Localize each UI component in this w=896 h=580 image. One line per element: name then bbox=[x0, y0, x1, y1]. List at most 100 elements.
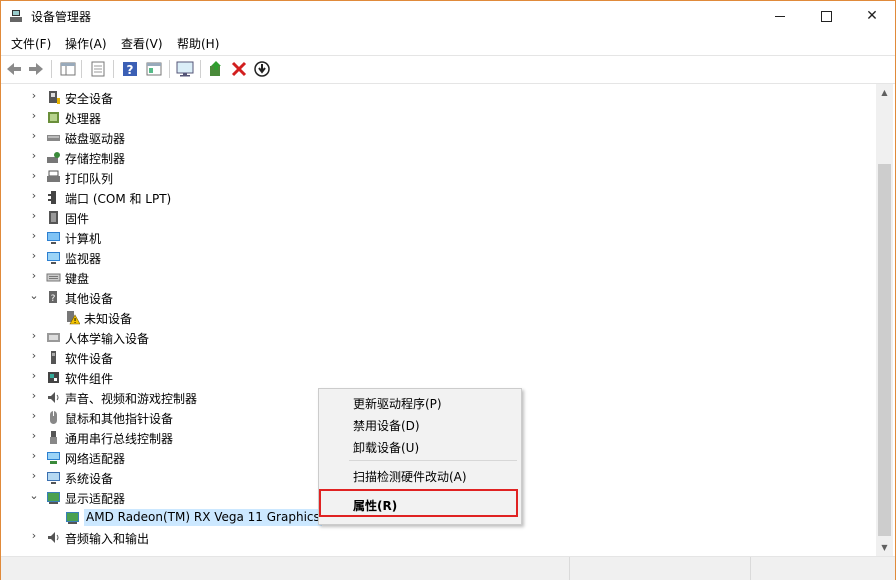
title-bar: 设备管理器 ✕ bbox=[1, 1, 895, 31]
tree-item-label: 通用串行总线控制器 bbox=[65, 432, 174, 446]
tree-item-label: 人体学输入设备 bbox=[65, 332, 150, 346]
tree-category-item[interactable]: › 端口 (COM 和 LPT) bbox=[2, 187, 872, 207]
storage-controller-icon bbox=[47, 152, 60, 163]
chevron-right-icon[interactable]: › bbox=[28, 450, 40, 462]
menu-action[interactable]: 操作(A) bbox=[65, 35, 107, 52]
mouse-icon bbox=[50, 411, 57, 424]
help-icon[interactable]: ? bbox=[121, 60, 139, 78]
chevron-right-icon[interactable]: › bbox=[28, 390, 40, 402]
menu-view[interactable]: 查看(V) bbox=[121, 35, 163, 52]
printer-icon bbox=[47, 170, 60, 182]
tree-category-item[interactable]: › 磁盘驱动器 bbox=[2, 127, 872, 147]
chevron-right-icon[interactable]: › bbox=[28, 330, 40, 342]
tree-child-item[interactable]: 未知设备 bbox=[2, 307, 872, 327]
software-device-icon bbox=[51, 351, 56, 364]
status-bar-cell bbox=[1, 557, 570, 580]
toolbar-separator bbox=[51, 60, 52, 78]
tree-item-label: AMD Radeon(TM) RX Vega 11 Graphics bbox=[84, 509, 322, 526]
context-menu-item-label: 禁用设备(D) bbox=[353, 419, 420, 433]
menu-file[interactable]: 文件(F) bbox=[11, 35, 51, 52]
tree-category-item[interactable]: › 软件设备 bbox=[2, 347, 872, 367]
vertical-scrollbar[interactable]: ▲ ▼ bbox=[876, 84, 893, 556]
tree-category-item[interactable]: ⌄? 其他设备 bbox=[2, 287, 872, 307]
tree-category-item[interactable]: › 安全设备 bbox=[2, 87, 872, 107]
scroll-up-arrow-icon[interactable]: ▲ bbox=[876, 84, 893, 101]
tree-item-label: 打印队列 bbox=[65, 172, 114, 186]
chevron-right-icon[interactable]: › bbox=[28, 230, 40, 242]
tree-category-item[interactable]: › 打印队列 bbox=[2, 167, 872, 187]
tree-item-label: 磁盘驱动器 bbox=[65, 132, 126, 146]
computer-icon bbox=[47, 232, 60, 244]
firmware-icon bbox=[49, 211, 58, 224]
chevron-right-icon[interactable]: › bbox=[28, 130, 40, 142]
back-arrow-icon[interactable] bbox=[5, 60, 23, 78]
chevron-right-icon[interactable]: › bbox=[28, 530, 40, 542]
unknown-device-warning-icon bbox=[67, 311, 80, 325]
keyboard-icon bbox=[46, 273, 61, 282]
tree-item-label: 存储控制器 bbox=[65, 152, 126, 166]
toolbar-separator bbox=[169, 60, 170, 78]
other-device-icon: ? bbox=[49, 291, 57, 304]
context-menu-disable-device[interactable]: 禁用设备(D) bbox=[319, 413, 521, 435]
view-details-icon[interactable] bbox=[145, 60, 163, 78]
chevron-right-icon[interactable]: › bbox=[28, 150, 40, 162]
chevron-right-icon[interactable]: › bbox=[28, 410, 40, 422]
tree-category-item[interactable]: › 计算机 bbox=[2, 227, 872, 247]
tree-item-label: 安全设备 bbox=[65, 92, 114, 106]
svg-text:?: ? bbox=[51, 294, 56, 304]
context-menu-uninstall-device[interactable]: 卸载设备(U) bbox=[319, 435, 521, 457]
properties-highlight-box bbox=[319, 489, 518, 517]
chevron-right-icon[interactable]: › bbox=[28, 190, 40, 202]
context-menu-item-label: 扫描检测硬件改动(A) bbox=[353, 470, 467, 484]
scrollbar-thumb[interactable] bbox=[878, 164, 891, 536]
chevron-right-icon[interactable]: › bbox=[28, 370, 40, 382]
tree-item-label: 软件设备 bbox=[65, 352, 114, 366]
chevron-right-icon[interactable]: › bbox=[28, 90, 40, 102]
device-manager-app-icon bbox=[10, 10, 22, 22]
tree-category-item[interactable]: › 音频输入和输出 bbox=[2, 527, 872, 547]
processor-icon bbox=[48, 112, 59, 123]
tree-category-item[interactable]: › 键盘 bbox=[2, 267, 872, 287]
tree-category-item[interactable]: › 人体学输入设备 bbox=[2, 327, 872, 347]
scroll-down-arrow-icon[interactable]: ▼ bbox=[876, 539, 893, 556]
tree-category-item[interactable]: › 固件 bbox=[2, 207, 872, 227]
chevron-right-icon[interactable]: › bbox=[28, 470, 40, 482]
properties-sheet-icon[interactable] bbox=[89, 60, 107, 78]
chevron-right-icon[interactable]: › bbox=[28, 430, 40, 442]
context-menu-item-label: 更新驱动程序(P) bbox=[353, 397, 442, 411]
update-driver-icon[interactable] bbox=[207, 60, 225, 78]
tree-category-item[interactable]: › 处理器 bbox=[2, 107, 872, 127]
toolbar: ? bbox=[1, 55, 895, 84]
security-device-icon bbox=[49, 91, 60, 104]
chevron-right-icon[interactable]: › bbox=[28, 110, 40, 122]
scan-hardware-monitor-icon[interactable] bbox=[176, 60, 194, 78]
tree-item-label: 监视器 bbox=[65, 252, 102, 266]
minimize-button[interactable] bbox=[757, 1, 803, 31]
display-adapter-icon bbox=[47, 492, 60, 504]
chevron-right-icon[interactable]: › bbox=[28, 350, 40, 362]
tree-item-label: 端口 (COM 和 LPT) bbox=[65, 192, 172, 206]
context-menu-scan-hardware[interactable]: 扫描检测硬件改动(A) bbox=[319, 464, 521, 486]
forward-arrow-icon[interactable] bbox=[27, 60, 45, 78]
chevron-down-icon[interactable]: ⌄ bbox=[28, 490, 40, 502]
tree-category-item[interactable]: › 监视器 bbox=[2, 247, 872, 267]
tree-category-item[interactable]: › 软件组件 bbox=[2, 367, 872, 387]
tree-item-label: 音频输入和输出 bbox=[65, 532, 150, 546]
tree-item-label: 未知设备 bbox=[84, 312, 133, 326]
show-hide-console-tree-icon[interactable] bbox=[59, 60, 77, 78]
maximize-button[interactable] bbox=[803, 1, 849, 31]
chevron-right-icon[interactable]: › bbox=[28, 250, 40, 262]
context-menu-update-driver[interactable]: 更新驱动程序(P) bbox=[319, 391, 521, 413]
close-button[interactable]: ✕ bbox=[849, 1, 895, 31]
chevron-right-icon[interactable]: › bbox=[28, 270, 40, 282]
disable-device-down-arrow-icon[interactable] bbox=[253, 60, 271, 78]
tree-item-label: 显示适配器 bbox=[65, 492, 126, 506]
menu-help[interactable]: 帮助(H) bbox=[177, 35, 219, 52]
toolbar-separator bbox=[200, 60, 201, 78]
chevron-right-icon[interactable]: › bbox=[28, 210, 40, 222]
uninstall-x-icon[interactable] bbox=[230, 60, 248, 78]
port-icon bbox=[48, 191, 56, 204]
chevron-down-icon[interactable]: ⌄ bbox=[28, 290, 40, 302]
tree-category-item[interactable]: › 存储控制器 bbox=[2, 147, 872, 167]
chevron-right-icon[interactable]: › bbox=[28, 170, 40, 182]
